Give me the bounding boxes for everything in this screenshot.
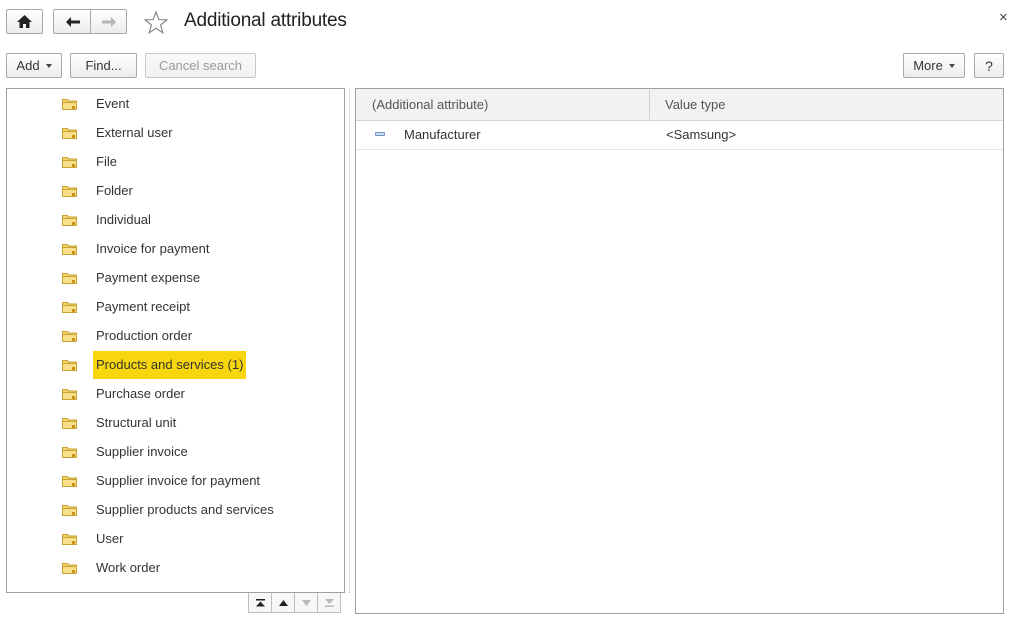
folder-icon [62,389,77,400]
folder-icon [62,505,77,516]
tree-item-label: Payment expense [96,270,201,285]
tree-item[interactable]: External user [7,120,337,146]
tree-item-label: File [96,154,117,169]
cell-attribute: Manufacturer [404,127,481,142]
tree-item-label: Folder [96,183,133,198]
folder-icon [62,186,77,197]
tree-item[interactable]: Purchase order [7,381,337,407]
column-header-value-type[interactable]: Value type [665,89,725,120]
cancel-search-label: Cancel search [158,58,243,73]
home-button[interactable] [6,9,43,34]
move-top-icon [255,598,265,606]
folder-icon [62,244,77,255]
chevron-down-icon [948,64,955,68]
forward-button[interactable] [90,9,127,34]
tree-item[interactable]: Production order [7,323,337,349]
favorite-button[interactable] [143,10,169,35]
add-button[interactable]: Add [6,53,62,78]
folder-icon [62,157,77,168]
tree-item-label: Invoice for payment [96,241,210,256]
folder-icon [62,418,77,429]
folder-icon [62,360,77,371]
more-button-label: More [913,58,943,73]
folder-icon [62,331,77,342]
folder-icon [62,99,77,110]
tree-item[interactable]: Work order [7,555,337,581]
folder-icon [62,534,77,545]
move-bottom-icon [324,598,334,607]
more-button[interactable]: More [903,53,965,78]
column-header-attribute[interactable]: (Additional attribute) [372,89,488,120]
tree-item[interactable]: Event [7,91,337,117]
tree-item[interactable]: Supplier products and services [7,497,337,523]
tree-item-label: Work order [96,560,161,575]
tree-item-label: Production order [96,328,193,343]
cancel-search-button[interactable]: Cancel search [145,53,256,78]
attributes-table: (Additional attribute) Value type Manufa… [355,88,1004,614]
folder-icon [62,302,77,313]
chevron-down-icon [45,64,52,68]
tree-item[interactable]: Supplier invoice [7,439,337,465]
tree-item-label: Supplier invoice [96,444,188,459]
folder-icon [62,215,77,226]
arrow-left-icon [65,16,80,27]
tree-item[interactable]: Individual [7,207,337,233]
tree-item-label: Payment receipt [96,299,190,314]
cell-value-type: <Samsung> [666,127,737,142]
find-button[interactable]: Find... [70,53,137,78]
tree-item[interactable]: User [7,526,337,552]
add-button-label: Add [16,58,40,73]
attribute-set-tree[interactable]: Event External user File Folder Individual In… [6,88,345,593]
tree-item-label: Event [96,96,130,111]
tree-item[interactable]: Folder [7,178,337,204]
move-to-bottom-button[interactable] [317,593,341,613]
home-icon [17,15,32,28]
help-label: ? [985,57,993,74]
folder-icon [62,447,77,458]
folder-icon [62,563,77,574]
tree-move-controls [248,593,344,613]
arrow-right-icon [101,16,116,27]
tree-item[interactable]: Structural unit [7,410,337,436]
tree-item-label: Supplier invoice for payment [96,473,261,488]
tree-item-label: User [96,531,124,546]
tree-item[interactable]: Payment expense [7,265,337,291]
folder-icon [62,273,77,284]
move-up-button[interactable] [271,593,295,613]
tree-item[interactable]: Products and services (1) [7,351,337,379]
tree-item[interactable]: Supplier invoice for payment [7,468,337,494]
tree-item[interactable]: Invoice for payment [7,236,337,262]
tree-item-label: Supplier products and services [96,502,274,517]
tree-item-label: External user [96,125,173,140]
tree-item-label: Structural unit [96,415,177,430]
table-row[interactable]: Manufacturer <Samsung> [356,121,1003,150]
folder-icon [62,128,77,139]
help-button[interactable]: ? [974,53,1004,78]
move-down-button[interactable] [294,593,318,613]
close-icon[interactable]: × [999,9,1008,26]
tree-item[interactable]: File [7,149,337,175]
column-divider[interactable] [649,90,650,119]
star-outline-icon [143,10,169,35]
arrow-down-icon [301,599,311,606]
folder-icon [62,476,77,487]
back-button[interactable] [53,9,91,34]
tree-item-label: Individual [96,212,151,227]
tree-item-label: Purchase order [96,386,185,401]
attribute-icon [375,132,385,136]
table-header: (Additional attribute) Value type [356,89,1003,121]
find-button-label: Find... [85,58,122,73]
move-to-top-button[interactable] [248,593,272,613]
panel-splitter[interactable] [349,88,350,593]
tree-item[interactable]: Payment receipt [7,294,337,320]
arrow-up-icon [278,599,288,606]
page-title: Additional attributes [184,10,347,31]
tree-item-label: Products and services (1) [93,351,247,379]
